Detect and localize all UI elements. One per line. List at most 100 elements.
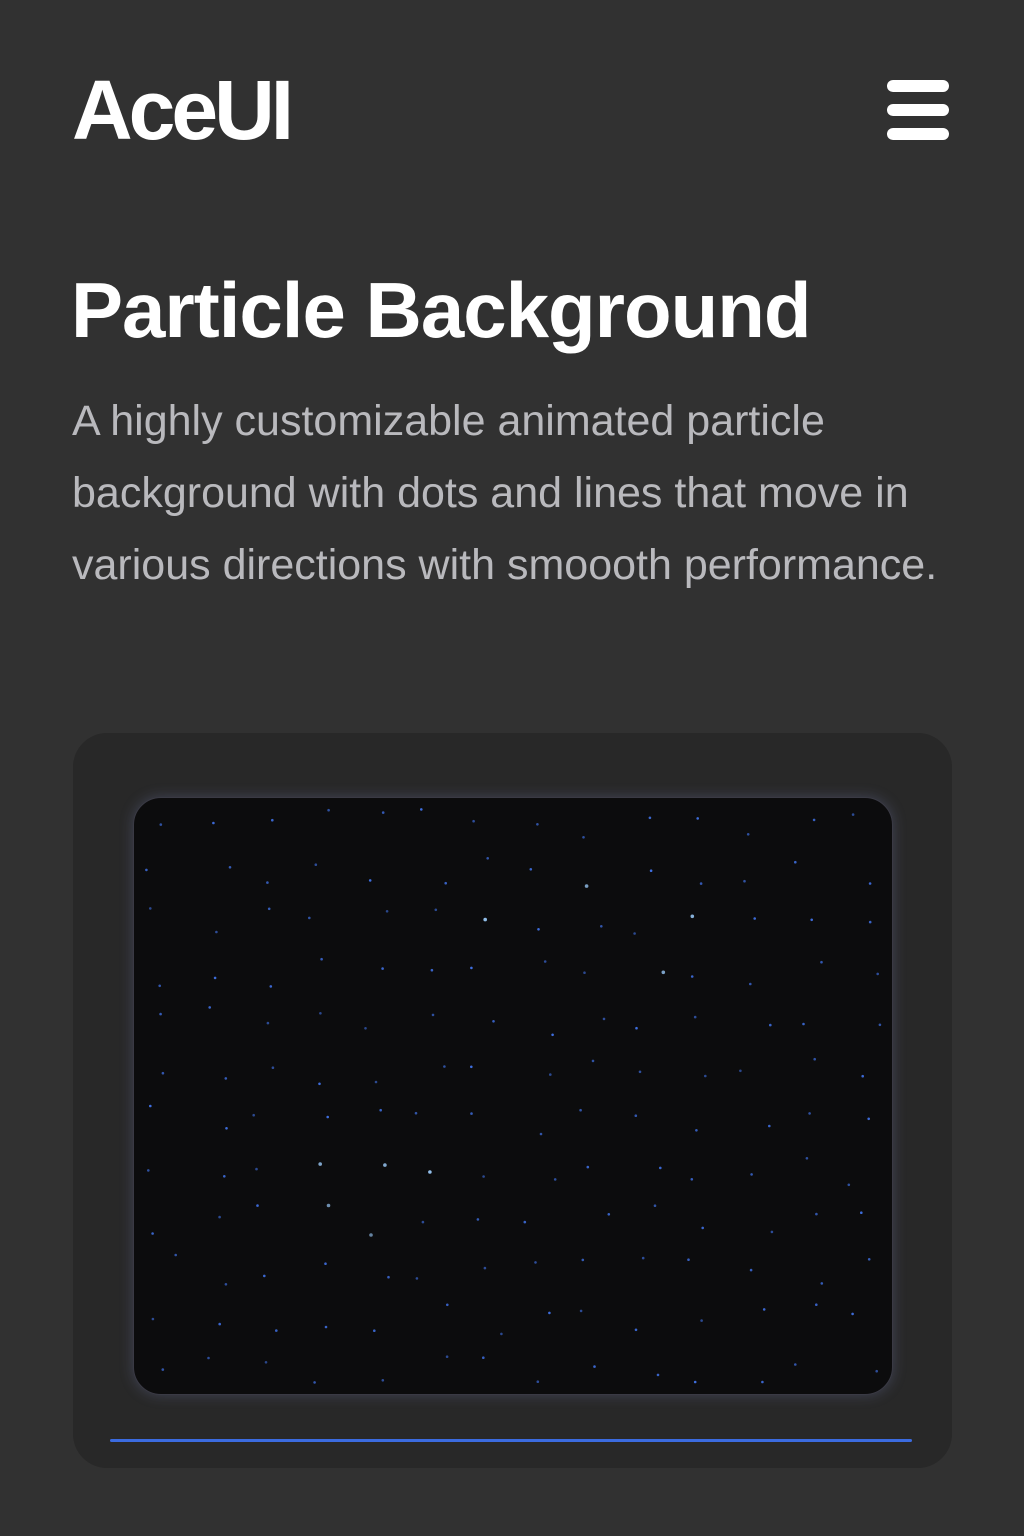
particle-dot xyxy=(319,1012,322,1015)
particle-dot xyxy=(213,976,217,980)
particle-dot xyxy=(543,960,547,963)
particle-dot xyxy=(875,1369,878,1373)
particle-dot xyxy=(256,1204,259,1207)
particle-dot xyxy=(149,907,152,910)
particle-dot xyxy=(212,821,215,825)
particle-dot xyxy=(421,1220,425,1224)
particle-dot xyxy=(161,1071,165,1075)
particle-dot xyxy=(381,967,384,970)
particle-dot xyxy=(695,1129,698,1132)
particle-dot xyxy=(851,1312,854,1316)
particle-dot xyxy=(482,1356,485,1359)
particle-dot xyxy=(223,1175,226,1178)
particle-dot xyxy=(364,1027,367,1030)
particle-dot xyxy=(536,1380,540,1383)
particle-dot xyxy=(815,1303,818,1306)
particle-dot xyxy=(161,1368,165,1371)
particle-dot xyxy=(648,816,652,820)
particle-dot xyxy=(690,1178,694,1181)
particle-dot xyxy=(326,1203,331,1208)
particle-dot xyxy=(687,1258,690,1261)
particle-dot xyxy=(149,1104,152,1108)
particle-dot xyxy=(653,1204,657,1207)
particle-dot xyxy=(634,1328,638,1332)
particle-dot xyxy=(602,1017,606,1021)
particle-dot xyxy=(693,1015,697,1019)
particle-dot xyxy=(428,1170,432,1174)
particle-dot xyxy=(591,1059,595,1063)
particle-dot xyxy=(743,879,746,883)
particle-dot xyxy=(549,1073,552,1076)
particle-dot xyxy=(749,982,752,986)
particle-dot xyxy=(690,914,695,919)
menu-bar xyxy=(887,104,949,116)
particle-dot xyxy=(659,1166,662,1170)
particle-dot xyxy=(470,1065,473,1069)
particle-dot xyxy=(820,960,823,964)
particle-dot xyxy=(769,1023,772,1027)
particle-dot xyxy=(318,1082,321,1086)
particle-dot xyxy=(878,1023,882,1027)
particle-dot xyxy=(266,1021,270,1025)
particle-dot xyxy=(445,1355,449,1358)
particle-dot xyxy=(228,866,232,869)
particle-dot xyxy=(483,1266,487,1270)
particle-dot xyxy=(414,1111,418,1115)
particle-dot xyxy=(770,1230,774,1234)
particle-dot xyxy=(271,818,274,822)
particle-dot xyxy=(327,808,330,812)
particle-dot xyxy=(151,1317,155,1321)
particle-dot xyxy=(802,1022,805,1026)
particle-dot xyxy=(224,1077,228,1080)
particle-dot xyxy=(586,1165,590,1169)
particle-dot xyxy=(224,1283,228,1286)
particle-dot xyxy=(324,1325,328,1329)
particle-dot xyxy=(868,882,872,885)
particle-dot xyxy=(536,823,539,826)
particle-dot xyxy=(548,1311,551,1315)
particle-dot xyxy=(794,1363,797,1366)
particle-dot xyxy=(208,1006,211,1009)
particle-dot xyxy=(255,1167,258,1171)
particle-dot xyxy=(534,1261,537,1264)
logo[interactable]: AceUI xyxy=(72,62,294,158)
particle-dot xyxy=(700,1319,703,1322)
particle-dot xyxy=(385,910,389,913)
hamburger-menu-icon[interactable] xyxy=(886,80,952,142)
particle-dot xyxy=(805,1157,809,1160)
particle-dot xyxy=(635,1026,638,1030)
particle-dot xyxy=(374,1080,378,1084)
particle-dot xyxy=(641,1256,645,1260)
particle-dot xyxy=(492,1020,495,1023)
particle-dot xyxy=(813,1057,816,1061)
particle-dot xyxy=(225,1127,228,1130)
particle-dot xyxy=(851,813,855,816)
particle-dot xyxy=(446,1303,449,1307)
page: AceUI Particle Background A highly custo… xyxy=(0,0,1024,1536)
particle-dot xyxy=(867,1117,870,1121)
particle-dot xyxy=(263,1274,266,1278)
particle-canvas[interactable] xyxy=(133,797,893,1395)
particle-dot xyxy=(749,1268,753,1272)
particle-dot xyxy=(579,1309,583,1313)
particle-dot xyxy=(381,1379,385,1382)
particle-dot xyxy=(860,1211,863,1214)
particle-dot xyxy=(387,1275,390,1279)
particle-dot xyxy=(539,1132,543,1136)
particle-dot xyxy=(470,1112,473,1115)
particle-dot xyxy=(638,1070,642,1074)
particle-dot xyxy=(701,1226,704,1230)
particle-dot xyxy=(159,823,163,826)
particle-dot xyxy=(582,836,585,839)
particle-dot xyxy=(553,1178,557,1181)
particle-dot xyxy=(147,1169,150,1172)
particle-dot xyxy=(810,918,813,922)
particle-dot xyxy=(861,1074,864,1078)
particle-dot xyxy=(379,1108,382,1112)
particle-dot xyxy=(443,1065,446,1068)
particle-dot xyxy=(313,1381,316,1384)
preview-progress-fill xyxy=(110,1439,912,1442)
particle-dot xyxy=(696,817,699,820)
particle-dot xyxy=(383,1163,387,1167)
particle-dot xyxy=(690,975,694,978)
